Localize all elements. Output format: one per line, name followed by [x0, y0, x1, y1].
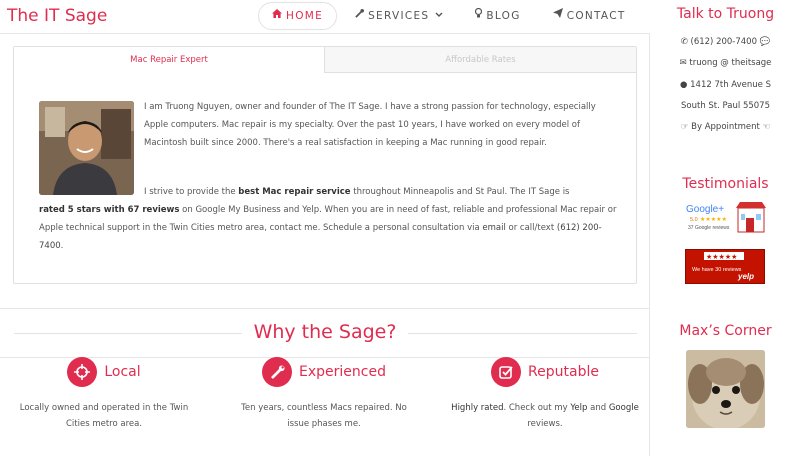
- paper-plane-icon: [552, 2, 563, 30]
- tab-affordable-rates[interactable]: Affordable Rates: [325, 47, 636, 73]
- sidebar-appointment: ☞ By Appointment ☜: [651, 122, 800, 132]
- phone-icon: ✆: [680, 37, 688, 47]
- address-line-1: 1412 7th Avenue S: [690, 80, 771, 90]
- max-dog-photo[interactable]: [686, 350, 765, 428]
- nav-contact[interactable]: CONTACT: [539, 2, 640, 30]
- feature-experienced: Experienced Ten years, countless Macs re…: [229, 356, 419, 432]
- sidebar-email-text: truong @ theitsage: [689, 58, 772, 68]
- check-square-icon: [491, 357, 522, 387]
- feature-title: Local: [104, 364, 141, 380]
- nav-contact-label: CONTACT: [566, 10, 626, 22]
- feature-text: Locally owned and operated in the Twin C…: [19, 403, 189, 429]
- hand-point-right-icon: ☞: [680, 122, 689, 132]
- p2-lead-text: I strive to provide the: [144, 187, 239, 197]
- google-badge-brand: Google+: [686, 204, 724, 215]
- yelp-badge-text: We have 30 reviews: [692, 267, 742, 273]
- nav-home[interactable]: HOME: [258, 2, 338, 30]
- sidebar-email[interactable]: ✉ truong @ theitsage: [651, 58, 800, 68]
- appointment-text: By Appointment: [691, 122, 760, 132]
- sidebar-phone[interactable]: ✆ (612) 200-7400 💬: [651, 37, 800, 47]
- nav-home-label: HOME: [286, 10, 324, 22]
- google-link[interactable]: Google: [609, 403, 639, 413]
- nav-blog-label: BLOG: [486, 10, 521, 22]
- highly-rated-link[interactable]: Highly rated: [451, 403, 503, 413]
- lightbulb-icon: [475, 2, 483, 30]
- feature-reputable: Reputable Highly rated. Check out my Yel…: [450, 356, 640, 432]
- max-corner-title: Max’s Corner: [679, 323, 772, 339]
- about-paragraph-2-lead: I strive to provide the best Mac repair …: [144, 183, 614, 201]
- nav-services-label: SERVICES: [368, 10, 430, 22]
- comment-icon: 💬: [759, 37, 771, 47]
- feature-title: Reputable: [528, 364, 599, 380]
- testimonials-title: Testimonials: [682, 176, 769, 192]
- wrench-icon: [262, 357, 293, 387]
- svg-text:★★★★★: ★★★★★: [706, 253, 737, 261]
- feature-text: Highly rated. Check out my Yelp and Goog…: [450, 400, 640, 432]
- crosshairs-icon: [67, 357, 98, 387]
- feature-text: Ten years, countless Macs repaired. No i…: [241, 403, 407, 429]
- why-section-header: Why the Sage?: [0, 308, 650, 358]
- envelope-icon: ✉: [679, 58, 687, 68]
- site-header: The IT Sage HOME SERVICES BLOG CONTACT: [0, 0, 650, 34]
- feature-text-and: and: [587, 403, 609, 413]
- chevron-down-icon: [435, 2, 443, 30]
- feature-text-end: reviews.: [527, 419, 563, 429]
- google-badge-rating: 5.0: [690, 217, 698, 223]
- main-nav: HOME SERVICES BLOG CONTACT: [258, 2, 644, 30]
- wrench-icon: [355, 2, 365, 30]
- google-reviews-badge[interactable]: Google+ 5.0 ★★★★★ 37 Google reviews: [686, 200, 766, 234]
- google-badge-reviews: 37 Google reviews: [688, 225, 730, 231]
- p2-highlight-best: best Mac repair service: [238, 187, 351, 197]
- sidebar-address-line1[interactable]: ● 1412 7th Avenue S: [651, 80, 800, 90]
- yelp-badge-brand: yelp: [737, 272, 754, 281]
- yelp-reviews-badge[interactable]: ★★★★★ We have 30 reviews yelp: [685, 249, 765, 284]
- tab-mac-repair-expert[interactable]: Mac Repair Expert: [14, 47, 325, 73]
- p2-mid-text: throughout Minneapolis and St Paul. The …: [350, 187, 570, 197]
- map-marker-icon: ●: [680, 80, 688, 90]
- about-paragraph-2-body: rated 5 stars with 67 reviews on Google …: [39, 201, 619, 255]
- nav-blog[interactable]: BLOG: [461, 2, 534, 30]
- sidebar: Talk to Truong ✆ (612) 200-7400 💬 ✉ truo…: [651, 0, 800, 456]
- talk-title: Talk to Truong: [676, 6, 775, 22]
- site-logo[interactable]: The IT Sage: [7, 6, 107, 26]
- p2-highlight-rating: rated 5 stars with 67 reviews: [39, 205, 180, 215]
- yelp-link[interactable]: Yelp: [570, 403, 587, 413]
- sidebar-phone-text: (612) 200-7400: [690, 37, 757, 47]
- sidebar-address-line2: South St. Paul 55075: [681, 101, 770, 111]
- feature-text-mid: . Check out my: [503, 403, 571, 413]
- feature-title: Experienced: [299, 364, 386, 380]
- p2-end-text: .: [60, 241, 64, 251]
- owner-photo: [39, 101, 134, 195]
- feature-local: Local Locally owned and operated in the …: [9, 356, 199, 432]
- nav-services[interactable]: SERVICES: [341, 2, 457, 30]
- divider-right: [408, 333, 637, 334]
- home-icon: [272, 2, 282, 30]
- hand-point-left-icon: ☜: [762, 122, 771, 132]
- why-title: Why the Sage?: [253, 321, 397, 343]
- svg-text:★★★★★: ★★★★★: [700, 216, 727, 223]
- p2-call-text: or call/text: [505, 223, 557, 233]
- email-link[interactable]: email: [482, 223, 505, 233]
- about-tabs: Mac Repair Expert Affordable Rates I am …: [13, 46, 637, 284]
- about-paragraph-1: I am Truong Nguyen, owner and founder of…: [144, 102, 596, 148]
